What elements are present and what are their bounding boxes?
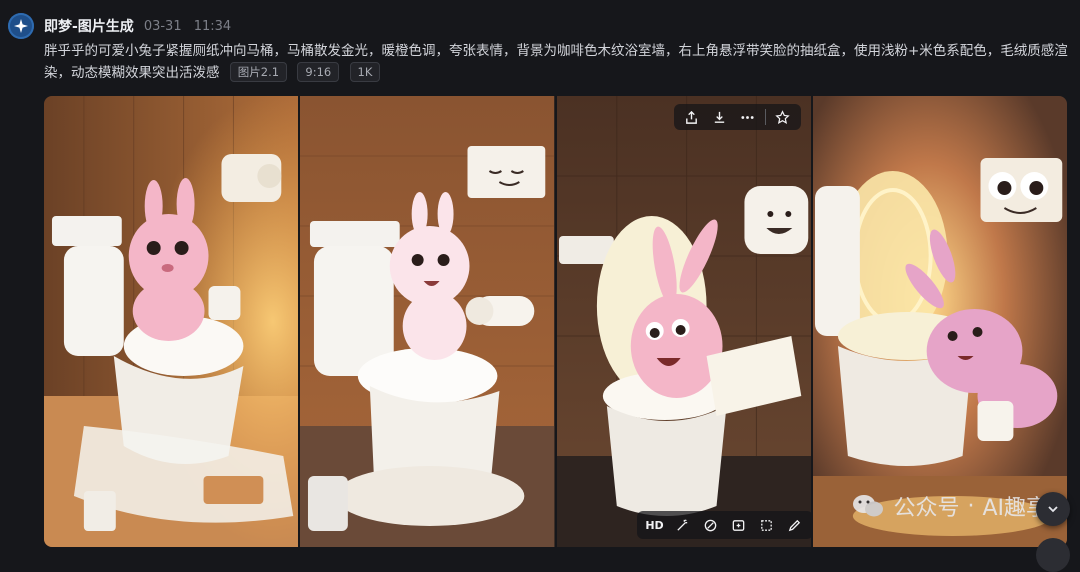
more-icon[interactable] (734, 104, 762, 130)
generated-image-3[interactable]: HD (556, 96, 811, 547)
image-top-toolbar (673, 104, 801, 130)
crop-icon[interactable] (753, 512, 781, 538)
scroll-down-button[interactable] (1036, 492, 1070, 526)
generated-image-4[interactable] (812, 96, 1067, 547)
timestamp: 03-31 11:34 (144, 19, 239, 34)
app-title: 即梦-图片生成 (44, 19, 134, 35)
share-icon[interactable] (678, 104, 706, 130)
model-tag[interactable]: 图片2.1 (229, 62, 288, 82)
edit-icon[interactable] (781, 512, 809, 538)
floating-action-button[interactable] (1036, 538, 1070, 572)
toolbar-divider (764, 109, 766, 125)
download-icon[interactable] (706, 104, 734, 130)
image-gallery: HD (44, 96, 1067, 547)
eraser-icon[interactable] (697, 512, 725, 538)
star-logo-icon (8, 13, 34, 39)
watermark-separator: · (967, 493, 975, 519)
hd-button[interactable]: HD (641, 512, 669, 538)
ratio-tag[interactable]: 9:16 (297, 62, 340, 82)
wechat-watermark: 公众号 · AI趣享 (851, 490, 1048, 522)
star-icon[interactable] (769, 104, 797, 130)
wechat-icon (853, 495, 884, 517)
date: 03-31 (143, 18, 182, 34)
expand-icon[interactable] (725, 512, 753, 538)
generated-image-2[interactable] (300, 96, 555, 547)
time: 11:34 (193, 18, 232, 34)
image-bottom-toolbar: HD (636, 511, 811, 539)
chevron-down-icon (1048, 506, 1058, 513)
prompt-text: 胖乎乎的可爱小兔子紧握厕纸冲向马桶，马桶散发金光，暖橙色调，夸张表情，背景为咖啡… (44, 40, 1068, 84)
generated-image-1[interactable] (44, 96, 299, 547)
watermark-channel: 公众号 (893, 496, 960, 521)
prompt-body: 胖乎乎的可爱小兔子紧握厕纸冲向马桶，马桶散发金光，暖橙色调，夸张表情，背景为咖啡… (44, 43, 1068, 81)
resolution-tag[interactable]: 1K (349, 62, 381, 82)
message-header: 即梦-图片生成 03-31 11:34 (8, 12, 239, 40)
magic-wand-icon[interactable] (669, 512, 697, 538)
